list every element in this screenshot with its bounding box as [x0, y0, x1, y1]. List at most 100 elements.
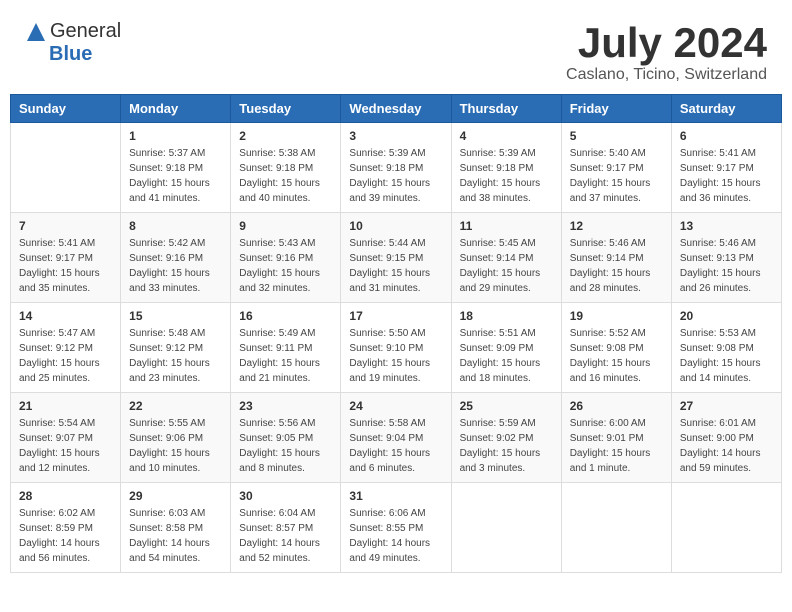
- daylight-text: Daylight: 15 hours and 12 minutes.: [19, 448, 100, 474]
- calendar-day-cell: 24 Sunrise: 5:58 AM Sunset: 9:04 PM Dayl…: [341, 393, 451, 483]
- daylight-text: Daylight: 15 hours and 19 minutes.: [349, 358, 430, 384]
- day-number: 1: [129, 129, 222, 143]
- sunrise-text: Sunrise: 5:41 AM: [680, 148, 756, 159]
- calendar-day-cell: 19 Sunrise: 5:52 AM Sunset: 9:08 PM Dayl…: [561, 303, 671, 393]
- sunset-text: Sunset: 9:07 PM: [19, 433, 93, 444]
- sunrise-text: Sunrise: 5:55 AM: [129, 418, 205, 429]
- daylight-text: Daylight: 15 hours and 23 minutes.: [129, 358, 210, 384]
- sunrise-text: Sunrise: 5:45 AM: [460, 238, 536, 249]
- calendar-day-cell: [451, 483, 561, 573]
- day-number: 2: [239, 129, 332, 143]
- sunset-text: Sunset: 9:12 PM: [129, 343, 203, 354]
- daylight-text: Daylight: 15 hours and 3 minutes.: [460, 448, 541, 474]
- logo-icon: [25, 21, 47, 43]
- sunrise-text: Sunrise: 5:51 AM: [460, 328, 536, 339]
- day-of-week-header: Thursday: [451, 95, 561, 123]
- sunrise-text: Sunrise: 5:54 AM: [19, 418, 95, 429]
- day-number: 27: [680, 399, 773, 413]
- day-info: Sunrise: 6:01 AM Sunset: 9:00 PM Dayligh…: [680, 416, 773, 476]
- daylight-text: Daylight: 15 hours and 25 minutes.: [19, 358, 100, 384]
- sunrise-text: Sunrise: 6:04 AM: [239, 508, 315, 519]
- sunset-text: Sunset: 9:11 PM: [239, 343, 312, 354]
- daylight-text: Daylight: 15 hours and 1 minute.: [570, 448, 651, 474]
- sunrise-text: Sunrise: 5:58 AM: [349, 418, 425, 429]
- sunrise-text: Sunrise: 5:42 AM: [129, 238, 205, 249]
- daylight-text: Daylight: 15 hours and 32 minutes.: [239, 268, 320, 294]
- day-number: 10: [349, 219, 442, 233]
- sunset-text: Sunset: 9:10 PM: [349, 343, 423, 354]
- day-of-week-header: Sunday: [11, 95, 121, 123]
- day-info: Sunrise: 5:50 AM Sunset: 9:10 PM Dayligh…: [349, 326, 442, 386]
- daylight-text: Daylight: 15 hours and 35 minutes.: [19, 268, 100, 294]
- day-of-week-header: Monday: [121, 95, 231, 123]
- day-number: 26: [570, 399, 663, 413]
- day-number: 30: [239, 489, 332, 503]
- day-number: 7: [19, 219, 112, 233]
- day-number: 18: [460, 309, 553, 323]
- calendar-day-cell: 27 Sunrise: 6:01 AM Sunset: 9:00 PM Dayl…: [671, 393, 781, 483]
- sunset-text: Sunset: 9:09 PM: [460, 343, 534, 354]
- sunrise-text: Sunrise: 6:03 AM: [129, 508, 205, 519]
- calendar-day-cell: 8 Sunrise: 5:42 AM Sunset: 9:16 PM Dayli…: [121, 213, 231, 303]
- day-of-week-header: Friday: [561, 95, 671, 123]
- calendar-day-cell: 6 Sunrise: 5:41 AM Sunset: 9:17 PM Dayli…: [671, 123, 781, 213]
- calendar-day-cell: 25 Sunrise: 5:59 AM Sunset: 9:02 PM Dayl…: [451, 393, 561, 483]
- day-info: Sunrise: 6:06 AM Sunset: 8:55 PM Dayligh…: [349, 506, 442, 566]
- day-info: Sunrise: 5:41 AM Sunset: 9:17 PM Dayligh…: [19, 236, 112, 296]
- day-info: Sunrise: 5:54 AM Sunset: 9:07 PM Dayligh…: [19, 416, 112, 476]
- day-number: 3: [349, 129, 442, 143]
- sunset-text: Sunset: 9:08 PM: [680, 343, 754, 354]
- sunset-text: Sunset: 9:01 PM: [570, 433, 644, 444]
- daylight-text: Daylight: 14 hours and 56 minutes.: [19, 538, 100, 564]
- calendar-day-cell: 14 Sunrise: 5:47 AM Sunset: 9:12 PM Dayl…: [11, 303, 121, 393]
- day-info: Sunrise: 5:44 AM Sunset: 9:15 PM Dayligh…: [349, 236, 442, 296]
- daylight-text: Daylight: 15 hours and 10 minutes.: [129, 448, 210, 474]
- calendar-day-cell: 20 Sunrise: 5:53 AM Sunset: 9:08 PM Dayl…: [671, 303, 781, 393]
- day-number: 6: [680, 129, 773, 143]
- sunrise-text: Sunrise: 5:48 AM: [129, 328, 205, 339]
- calendar-day-cell: 4 Sunrise: 5:39 AM Sunset: 9:18 PM Dayli…: [451, 123, 561, 213]
- day-number: 14: [19, 309, 112, 323]
- day-number: 4: [460, 129, 553, 143]
- calendar-week-row: 14 Sunrise: 5:47 AM Sunset: 9:12 PM Dayl…: [11, 303, 782, 393]
- day-number: 22: [129, 399, 222, 413]
- sunset-text: Sunset: 9:02 PM: [460, 433, 534, 444]
- calendar-day-cell: 29 Sunrise: 6:03 AM Sunset: 8:58 PM Dayl…: [121, 483, 231, 573]
- day-info: Sunrise: 5:43 AM Sunset: 9:16 PM Dayligh…: [239, 236, 332, 296]
- day-number: 23: [239, 399, 332, 413]
- day-number: 31: [349, 489, 442, 503]
- sunrise-text: Sunrise: 5:39 AM: [460, 148, 536, 159]
- daylight-text: Daylight: 14 hours and 52 minutes.: [239, 538, 320, 564]
- sunrise-text: Sunrise: 6:02 AM: [19, 508, 95, 519]
- day-info: Sunrise: 5:46 AM Sunset: 9:13 PM Dayligh…: [680, 236, 773, 296]
- day-of-week-header: Saturday: [671, 95, 781, 123]
- daylight-text: Daylight: 15 hours and 16 minutes.: [570, 358, 651, 384]
- calendar-day-cell: 13 Sunrise: 5:46 AM Sunset: 9:13 PM Dayl…: [671, 213, 781, 303]
- day-number: 13: [680, 219, 773, 233]
- daylight-text: Daylight: 15 hours and 31 minutes.: [349, 268, 430, 294]
- day-info: Sunrise: 5:53 AM Sunset: 9:08 PM Dayligh…: [680, 326, 773, 386]
- daylight-text: Daylight: 15 hours and 40 minutes.: [239, 178, 320, 204]
- sunset-text: Sunset: 9:04 PM: [349, 433, 423, 444]
- daylight-text: Daylight: 15 hours and 29 minutes.: [460, 268, 541, 294]
- day-info: Sunrise: 6:00 AM Sunset: 9:01 PM Dayligh…: [570, 416, 663, 476]
- day-info: Sunrise: 5:46 AM Sunset: 9:14 PM Dayligh…: [570, 236, 663, 296]
- day-of-week-header: Tuesday: [231, 95, 341, 123]
- calendar-day-cell: 26 Sunrise: 6:00 AM Sunset: 9:01 PM Dayl…: [561, 393, 671, 483]
- day-info: Sunrise: 5:56 AM Sunset: 9:05 PM Dayligh…: [239, 416, 332, 476]
- day-number: 20: [680, 309, 773, 323]
- sunrise-text: Sunrise: 5:46 AM: [570, 238, 646, 249]
- sunset-text: Sunset: 8:57 PM: [239, 523, 313, 534]
- sunrise-text: Sunrise: 5:59 AM: [460, 418, 536, 429]
- day-info: Sunrise: 5:49 AM Sunset: 9:11 PM Dayligh…: [239, 326, 332, 386]
- day-number: 28: [19, 489, 112, 503]
- day-number: 5: [570, 129, 663, 143]
- sunset-text: Sunset: 9:12 PM: [19, 343, 93, 354]
- sunrise-text: Sunrise: 5:52 AM: [570, 328, 646, 339]
- logo-blue: Blue: [49, 43, 92, 65]
- calendar-header: SundayMondayTuesdayWednesdayThursdayFrid…: [11, 95, 782, 123]
- day-info: Sunrise: 6:03 AM Sunset: 8:58 PM Dayligh…: [129, 506, 222, 566]
- sunrise-text: Sunrise: 6:01 AM: [680, 418, 756, 429]
- calendar-day-cell: [561, 483, 671, 573]
- daylight-text: Daylight: 15 hours and 37 minutes.: [570, 178, 651, 204]
